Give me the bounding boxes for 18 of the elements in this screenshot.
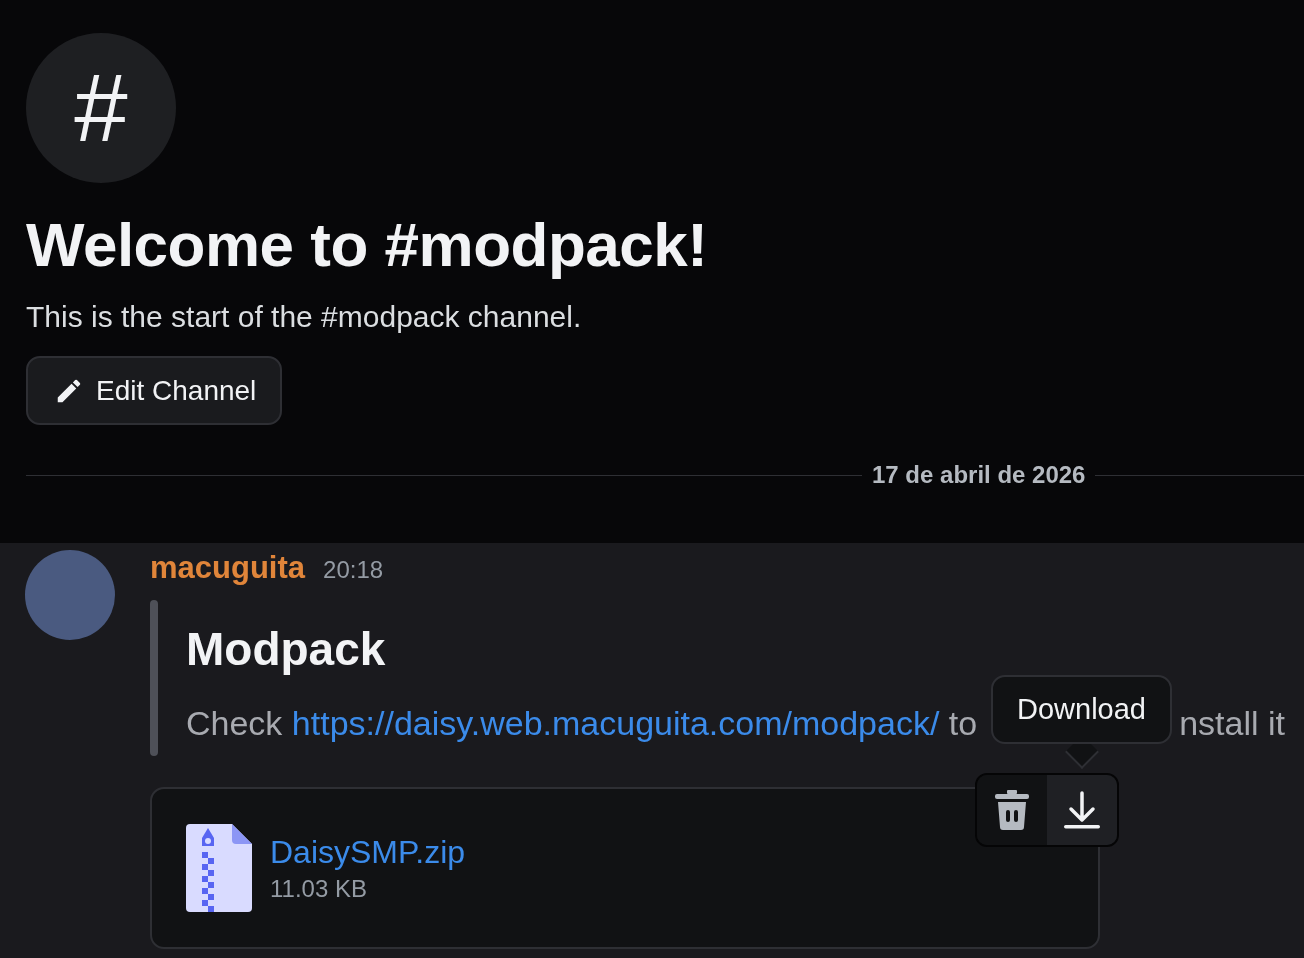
- embed-description: Check https://daisy.web.macuguita.com/modpack/ to: [186, 704, 978, 743]
- channel-hash-icon: #: [26, 33, 176, 183]
- embed-title: Modpack: [186, 622, 387, 676]
- download-button[interactable]: [1047, 775, 1117, 845]
- tooltip: Download: [991, 675, 1172, 744]
- file-name-link[interactable]: DaisySMP.zip: [270, 833, 466, 871]
- username[interactable]: macuguita: [150, 550, 306, 586]
- trash-icon: [995, 790, 1029, 830]
- download-icon: [1062, 791, 1102, 829]
- channel-description: This is the start of the #modpack channel.: [26, 300, 583, 335]
- edit-channel-button[interactable]: Edit Channel: [26, 356, 283, 426]
- file-size: 11.03 KB: [270, 874, 368, 903]
- modpack-link[interactable]: https://daisy.web.macuguita.com/modpack/: [291, 704, 940, 742]
- welcome-title: Welcome to #modpack!: [26, 209, 709, 281]
- timestamp: 20:18: [323, 556, 384, 584]
- date-divider-label: 17 de abril de 2026: [871, 461, 1087, 490]
- zip-file-icon: [186, 824, 252, 912]
- embed-description-end: nstall it: [1179, 704, 1286, 743]
